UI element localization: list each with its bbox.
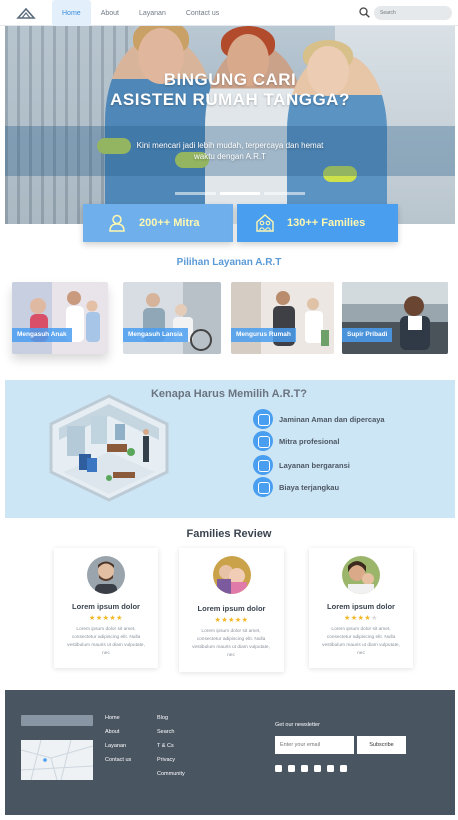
services-title: Pilihan Layanan A.R.T [176,257,282,268]
footer-link-community[interactable]: Community [157,771,185,778]
footer-links-col1: Home About Layanan Contact us [105,715,131,764]
why-item-label: Mitra profesional [279,436,340,446]
why-item-label: Biaya terjangkau [279,482,340,492]
person-icon [109,214,125,232]
service-card-mengurus-rumah[interactable]: Mengurus Rumah [231,282,334,354]
service-label: Mengurus Rumah [231,328,296,342]
twitter-icon[interactable] [314,765,321,772]
service-image-driver [342,282,448,354]
footer-link-privacy[interactable]: Privacy [157,757,185,764]
avatar [212,556,251,594]
subscribe-button[interactable]: Subscribe [357,736,406,754]
footer-link-home[interactable]: Home [105,715,131,722]
why-item: Layanan bergaransi [253,455,350,475]
stat-families: 130++ Families [237,204,398,242]
star-rating: ★★★★★ [344,615,378,622]
search-input[interactable] [374,6,452,20]
carousel-dot-active[interactable] [219,192,261,195]
nav-home[interactable]: Home [52,0,91,26]
instagram-icon[interactable] [288,765,295,772]
nav-about[interactable]: About [91,0,129,26]
review-name: Lorem ipsum dolor [327,602,395,611]
nav-contact[interactable]: Contact us [176,0,229,26]
hero-title-line2: ASISTEN RUMAH TANGGA? [110,90,350,109]
why-title: Kenapa Harus Memilih A.R.T? [150,388,308,400]
service-label: Mengasuh Lansia [123,328,188,342]
reviews-title: Families Review [186,528,272,540]
stat-mitra: 200++ Mitra [83,204,233,242]
review-card: Lorem ipsum dolor ★★★★★ Lorem ipsum dolo… [54,548,158,668]
why-item-label: Jaminan Aman dan dipercaya [279,414,385,424]
footer-link-search[interactable]: Search [157,729,185,736]
footer-link-about[interactable]: About [105,729,131,736]
review-name: Lorem ipsum dolor [72,602,140,611]
service-image-elderly [123,282,221,354]
review-text: Lorem ipsum dolor sit amet, consectetur … [322,627,400,656]
logo-icon[interactable] [16,6,36,20]
service-card-mengasuh-anak[interactable]: Mengasuh Anak [12,282,108,354]
hero-title-line1: BINGUNG CARI [163,70,297,89]
why-item: Mitra profesional [253,431,339,451]
why-item: Biaya terjangkau [253,477,339,497]
footer-logo[interactable] [21,715,93,726]
why-item: Jaminan Aman dan dipercaya [253,409,385,429]
why-section [5,380,455,518]
family-home-icon [256,214,274,232]
star-rating: ★★★★★ [89,615,123,622]
review-text: Lorem ipsum dolor sit amet, consectetur … [67,627,145,656]
youtube-icon[interactable] [327,765,334,772]
service-image-housekeeping [231,282,334,354]
footer-links-col2: Blog Search T & Cs Privacy Community [157,715,185,778]
guarantee-icon [253,455,273,475]
review-name: Lorem ipsum dolor [197,604,266,613]
review-card: Lorem ipsum dolor ★★★★★ Lorem ipsum dolo… [179,548,284,672]
carousel-dot[interactable] [264,192,306,195]
hero-subtitle-line2: waktu dengan A.R.T [193,152,267,161]
shield-icon [253,409,273,429]
avatar [87,556,125,594]
hand-coin-icon [253,477,273,497]
review-card: Lorem ipsum dolor ★★★★★ Lorem ipsum dolo… [309,548,413,668]
review-text: Lorem ipsum dolor sit amet, consectetur … [192,629,270,658]
hero-banner: BINGUNG CARI ASISTEN RUMAH TANGGA? Kini … [5,26,455,224]
facebook-icon[interactable] [275,765,282,772]
avatar [342,556,380,594]
location-map[interactable] [21,740,93,780]
footer-link-tcs[interactable]: T & Cs [157,743,185,750]
newsletter-email-input[interactable] [275,736,354,754]
why-item-label: Layanan bergaransi [279,460,350,470]
stat-families-label: 130++ Families [287,217,366,229]
hero-subtitle-line1: Kini mencari jadi lebih mudah, terpercay… [136,141,324,150]
search-icon[interactable] [359,7,370,18]
social-links [275,765,347,772]
handshake-icon [253,431,273,451]
snapchat-icon[interactable] [301,765,308,772]
footer-link-contact[interactable]: Contact us [105,757,131,764]
stat-mitra-label: 200++ Mitra [139,217,200,229]
service-card-supir-pribadi[interactable]: Supir Pribadi [342,282,448,354]
carousel-indicators [175,192,306,195]
hero-overlay-band [5,126,455,176]
service-card-mengasuh-lansia[interactable]: Mengasuh Lansia [123,282,221,354]
nav-layanan[interactable]: Layanan [129,0,176,26]
isometric-room-illustration [49,394,169,502]
service-label: Mengasuh Anak [12,328,72,342]
top-navbar: Home About Layanan Contact us [0,0,458,26]
whatsapp-icon[interactable] [340,765,347,772]
service-label: Supir Pribadi [342,328,393,342]
service-image-children [12,282,108,354]
footer: Home About Layanan Contact us Blog Searc… [5,690,455,815]
star-rating: ★★★★★ [214,617,249,624]
carousel-dot[interactable] [175,192,216,195]
newsletter-label: Get our newsletter [275,722,320,728]
nav-links: Home About Layanan Contact us [52,0,229,26]
footer-link-blog[interactable]: Blog [157,715,185,722]
footer-link-layanan[interactable]: Layanan [105,743,131,750]
